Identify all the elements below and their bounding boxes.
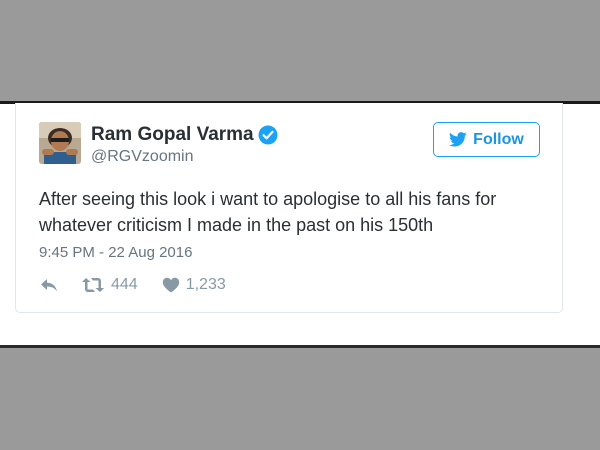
twitter-bird-icon [449,132,467,147]
retweet-count: 444 [111,276,138,293]
tweet-text-line: whatever criticism I made in the past on… [39,215,434,235]
reply-icon [41,279,57,292]
tweet-timestamp[interactable]: 9:45 PM - 22 Aug 2016 [39,244,192,261]
author-handle[interactable]: @RGVzoomin [91,148,194,166]
verified-badge-icon [258,125,278,145]
tweet-actions: 444 1,233 [39,274,226,296]
heart-icon [162,277,179,293]
bottom-gray-band [0,345,600,450]
tweet-card: Ram Gopal Varma @RGVzoomin Follow After … [15,103,563,313]
follow-button[interactable]: Follow [433,122,540,157]
avatar[interactable] [39,122,81,164]
tweet-text: After seeing this look i want to apologi… [39,186,554,238]
follow-label: Follow [473,130,524,148]
top-gray-band [0,0,600,101]
like-button[interactable]: 1,233 [162,276,226,294]
like-count: 1,233 [185,276,226,293]
retweet-icon [82,278,104,292]
reply-button[interactable] [39,277,59,293]
author-name[interactable]: Ram Gopal Varma [91,124,254,146]
tweet-text-line: After seeing this look i want to apologi… [39,189,497,209]
retweet-button[interactable]: 444 [81,276,138,294]
